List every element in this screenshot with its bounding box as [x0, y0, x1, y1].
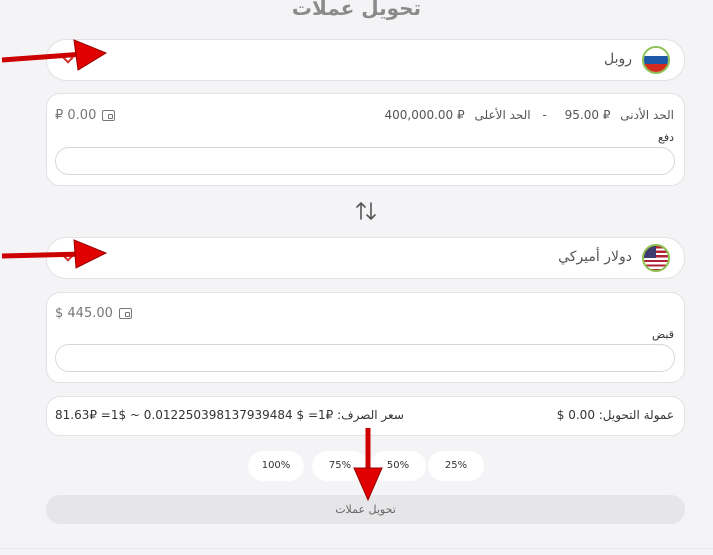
chevron-down-icon [62, 52, 74, 64]
to-currency-select[interactable]: دولار أميركي [46, 237, 685, 279]
exchange-rate: 81.63₽ =1$ ~ 0.01225039813793948​4 $ =1₽… [55, 408, 404, 422]
to-currency-label: دولار أميركي [558, 249, 632, 265]
pay-amount-input[interactable] [55, 147, 675, 175]
swap-arrows-icon[interactable] [355, 200, 377, 222]
divider [0, 548, 713, 549]
pay-balance-value: ₽ 0.00 [55, 108, 97, 123]
percent-50-button[interactable]: 50% [370, 451, 426, 481]
russia-flag-icon [642, 46, 670, 74]
percent-25-button[interactable]: 25% [428, 451, 484, 481]
pay-field-label: دفع [657, 131, 674, 144]
min-label: الحد الأدنى [620, 108, 674, 122]
chevron-down-icon [62, 250, 74, 262]
max-value: ₽ 400,000.00 [384, 108, 465, 122]
pay-card: ₽ 0.00 الحد الأدنى ₽ 95.00 - الحد الأعلى… [46, 93, 685, 186]
wallet-icon [102, 110, 116, 121]
receive-balance-value: $ 445.00 [55, 306, 113, 321]
percent-75-button[interactable]: 75% [312, 451, 368, 481]
usa-flag-icon [642, 244, 670, 272]
from-currency-select[interactable]: روبل [46, 39, 685, 81]
max-label: الحد الأعلى [474, 108, 531, 122]
limits-separator: - [542, 108, 547, 122]
conversion-fee: عمولة التحويل: 0.00 $ [556, 408, 674, 422]
from-currency-label: روبل [603, 51, 632, 67]
pay-limits: الحد الأدنى ₽ 95.00 - الحد الأعلى ₽ 400,… [378, 108, 674, 122]
receive-card: $ 445.00 قبض [46, 292, 685, 383]
percent-100-button[interactable]: 100% [248, 451, 304, 481]
pay-balance: ₽ 0.00 [55, 108, 116, 123]
receive-balance: $ 445.00 [55, 306, 132, 321]
min-value: ₽ 95.00 [564, 108, 611, 122]
rate-card: 81.63₽ =1$ ~ 0.01225039813793948​4 $ =1₽… [46, 396, 685, 436]
receive-field-label: قبض [651, 328, 674, 341]
wallet-icon [118, 308, 132, 319]
convert-submit-button[interactable]: تحويل عملات [46, 495, 685, 524]
page-title: تحويل عملات [291, 0, 422, 20]
receive-amount-input[interactable] [55, 344, 675, 372]
